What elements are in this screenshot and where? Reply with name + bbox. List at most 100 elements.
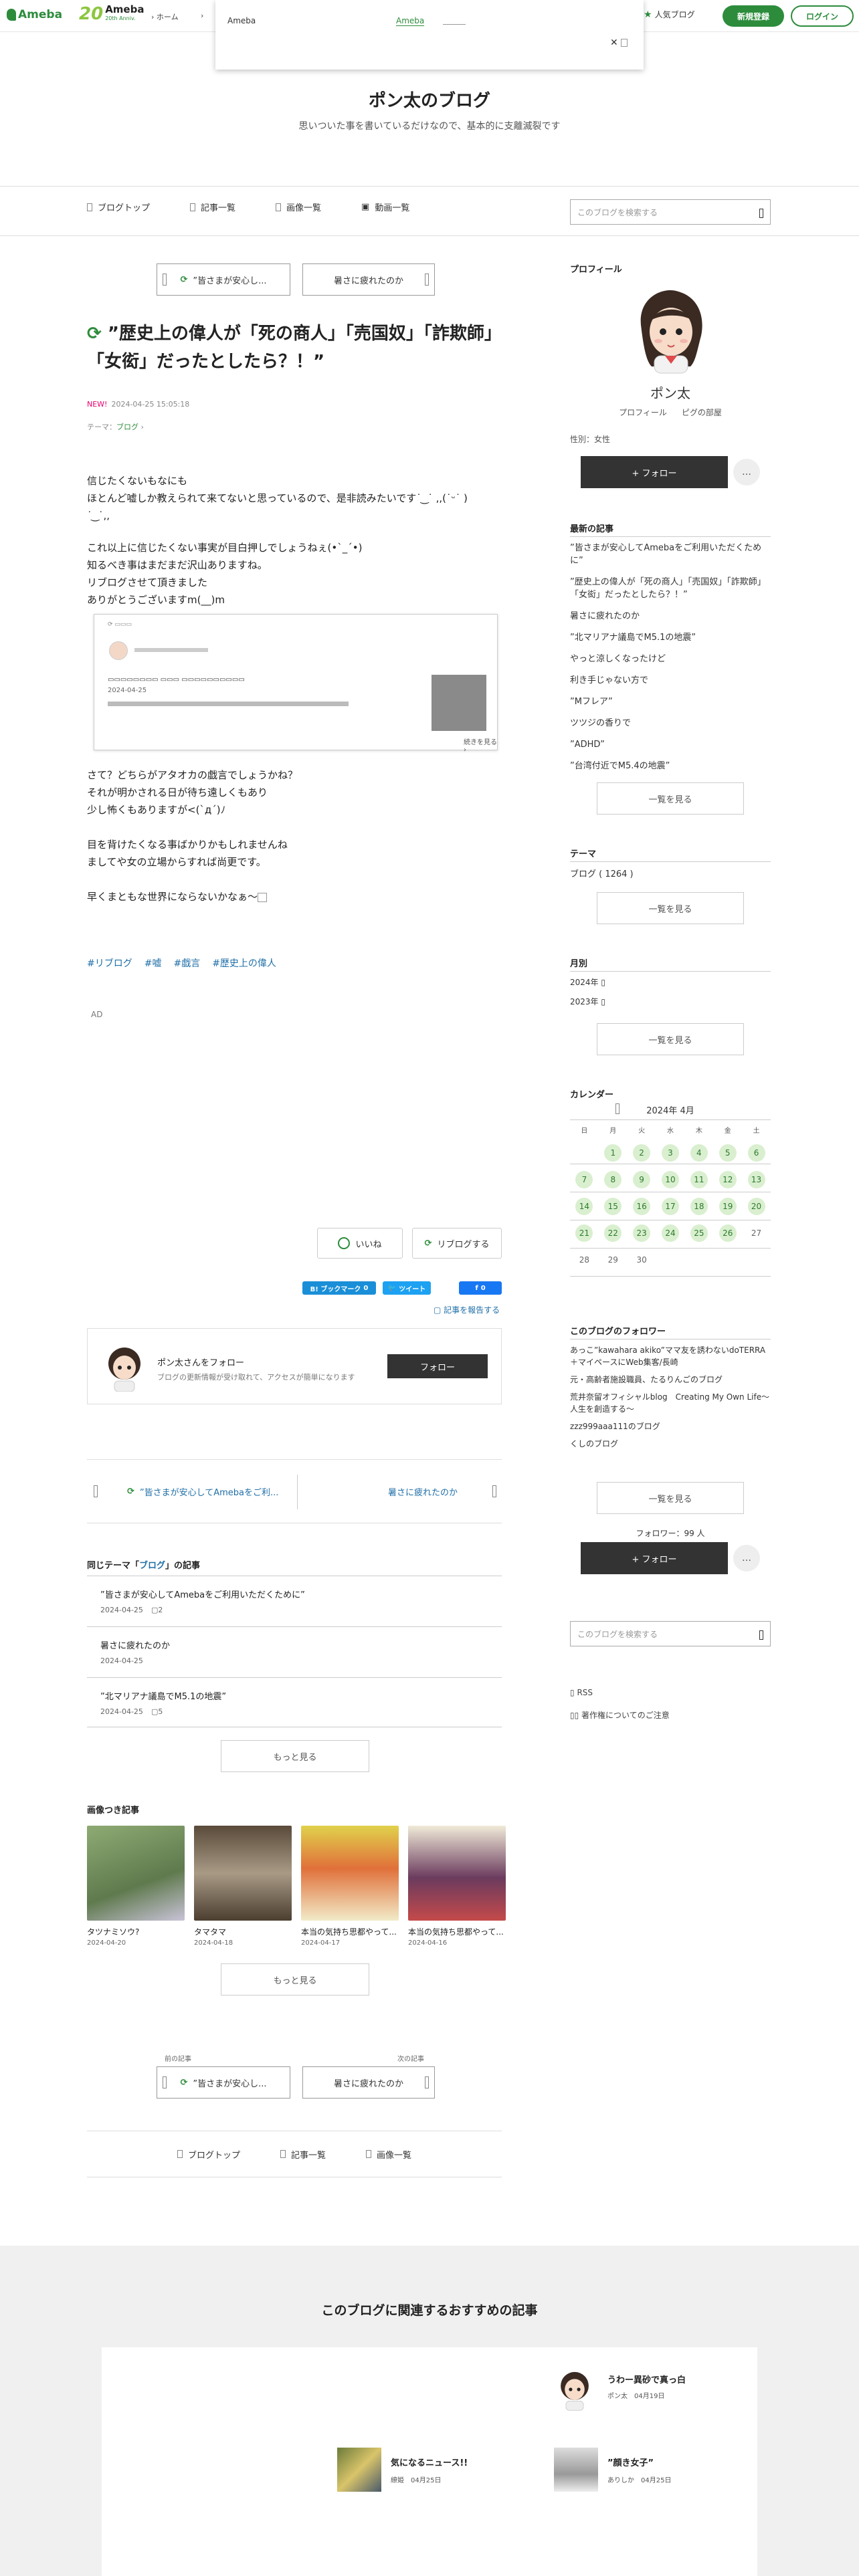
search-icon[interactable] xyxy=(759,209,763,218)
login-button[interactable]: ログイン xyxy=(791,5,854,27)
follow-button[interactable]: + フォロー xyxy=(581,1542,728,1574)
more-options-icon[interactable]: … xyxy=(733,459,760,486)
tab-video-list[interactable]: ▣ 動画一覧 xyxy=(361,201,409,213)
hashtag[interactable]: #嘘 xyxy=(145,956,162,970)
recent-post-link[interactable]: 暑さに疲れたのか xyxy=(570,610,771,623)
profile-link[interactable]: プロフィール xyxy=(619,407,667,418)
next-post-button[interactable]: 暑さに疲れたのか xyxy=(302,2066,435,2099)
tab-image-list[interactable]: 画像一覧 xyxy=(276,201,321,213)
recommend-item-title[interactable]: うわー異砂で真っ白 xyxy=(607,2373,686,2385)
recent-post-link[interactable]: ”歴史上の偉人が「死の商人」「売国奴」「詐欺師」「女衒」だったとしたら？！” xyxy=(570,576,771,601)
calendar-day[interactable]: 15 xyxy=(604,1198,622,1215)
calendar-day[interactable]: 22 xyxy=(604,1224,622,1242)
follower-link[interactable]: あっこ”kawahara akiko”ママ友を誘わないdoTERRA＋マイペース… xyxy=(570,1344,771,1368)
rss-link[interactable]: ▯ RSS xyxy=(570,1688,593,1697)
recent-post-link[interactable]: ”Mフレア” xyxy=(570,695,771,708)
calendar-day[interactable]: 13 xyxy=(747,1171,765,1188)
calendar-day[interactable]: 26 xyxy=(719,1224,737,1242)
theme-link[interactable]: ブログ ( 1264 ) xyxy=(570,868,771,881)
image-post-title[interactable]: 本当の気持ち思都やって... xyxy=(408,1926,506,1937)
avatar[interactable] xyxy=(557,2367,593,2411)
list-item[interactable]: 暑さに疲れたのか 2024-04-25 xyxy=(100,1638,502,1665)
recommend-item-title[interactable]: 気になるニュース!! xyxy=(391,2456,468,2468)
theme-more-button[interactable]: 一覧を見る xyxy=(597,892,744,924)
month-link[interactable]: 2024年 ▯ xyxy=(570,976,771,989)
more-button[interactable]: もっと見る xyxy=(221,1740,369,1772)
copyright-link[interactable]: ▯▯ 著作権についてのご注意 xyxy=(570,1709,670,1721)
next-post-button[interactable]: 暑さに疲れたのか xyxy=(302,263,435,296)
next-post-link[interactable]: 暑さに疲れたのか xyxy=(388,1485,458,1498)
pigg-room-link[interactable]: ピグの部屋 xyxy=(682,407,722,418)
follower-link[interactable]: 荒井奈留オフィシャルblog Creating My Own Life〜人生を創… xyxy=(570,1391,771,1415)
list-item[interactable]: ”皆さまが安心してAmebaをご利用いただくために” 2024-04-25 ▢2 xyxy=(100,1588,502,1614)
monthly-more-button[interactable]: 一覧を見る xyxy=(597,1023,744,1055)
tab-entry-list[interactable]: 記事一覧 xyxy=(190,201,235,213)
recommend-thumbnail[interactable] xyxy=(337,2448,381,2492)
calendar-day[interactable]: 8 xyxy=(604,1171,622,1188)
recommend-item-title[interactable]: ”顔き女子” xyxy=(607,2456,654,2468)
tab-blog-top[interactable]: ブログトップ xyxy=(177,2148,240,2161)
blog-search-input[interactable]: このブログを検索する xyxy=(570,199,771,225)
facebook-share-button[interactable]: f0 xyxy=(459,1281,502,1295)
hashtag[interactable]: #戯言 xyxy=(173,956,200,970)
ameba-20th-logo[interactable]: 20 Ameba 20th Anniv. xyxy=(79,4,144,24)
calendar-day[interactable]: 7 xyxy=(575,1171,593,1188)
reblog-embed-card[interactable]: ⟳ ▭▭▭ ▭▭▭▭▭▭▭▭ ▭▭▭ ▭▭▭▭▭▭▭▭▭▭ 2024-04-25… xyxy=(94,614,498,754)
calendar-day[interactable]: 9 xyxy=(633,1171,651,1188)
breadcrumb-home[interactable]: › ホーム xyxy=(151,11,179,22)
calendar-day[interactable]: 6 xyxy=(747,1144,765,1162)
list-item[interactable]: ”北マリアナ議島でM5.1の地震” 2024-04-25 ▢5 xyxy=(100,1689,502,1716)
calendar-day[interactable]: 19 xyxy=(719,1198,737,1215)
image-post-thumbnail[interactable] xyxy=(194,1826,292,1921)
popup-link[interactable]: Ameba xyxy=(396,16,425,26)
calendar-day[interactable]: 24 xyxy=(661,1224,679,1242)
calendar-day[interactable]: 5 xyxy=(719,1144,737,1162)
calendar-day[interactable]: 1 xyxy=(604,1144,622,1162)
ameba-logo[interactable]: Ameba xyxy=(7,8,62,21)
hashtag[interactable]: #リブログ xyxy=(87,956,132,970)
prev-post-button[interactable]: ⟳ ”皆さまが安心し... xyxy=(157,2066,290,2099)
recent-post-link[interactable]: ”北マリアナ議島でM5.1の地震” xyxy=(570,631,771,644)
follower-link[interactable]: くしのブログ xyxy=(570,1438,771,1450)
blog-title[interactable]: ポン太のブログ xyxy=(0,87,859,112)
calendar-day[interactable]: 2 xyxy=(633,1144,651,1162)
recent-post-link[interactable]: 利き手じゃない方で xyxy=(570,674,771,687)
image-post-title[interactable]: 本当の気持ち思都やって... xyxy=(301,1926,399,1937)
tweet-button[interactable]: 🐦 ツイート xyxy=(383,1281,431,1295)
recommend-thumbnail[interactable] xyxy=(554,2448,598,2492)
popular-blog-link[interactable]: ★ 人気ブログ xyxy=(644,9,695,20)
embed-more-link[interactable]: 続きを見る › xyxy=(464,736,497,754)
profile-avatar[interactable] xyxy=(632,286,710,374)
like-button[interactable]: いいね xyxy=(317,1228,403,1259)
image-post-thumbnail[interactable] xyxy=(87,1826,185,1921)
image-post-thumbnail[interactable] xyxy=(301,1826,399,1921)
tab-entry-list[interactable]: 記事一覧 xyxy=(280,2148,326,2161)
blog-search-input[interactable]: このブログを検索する xyxy=(570,1621,771,1646)
follower-link[interactable]: 元・高齢者施設職員、たるりんごのブログ xyxy=(570,1374,771,1386)
follow-button[interactable]: フォロー xyxy=(387,1354,488,1378)
calendar-day[interactable]: 21 xyxy=(575,1224,593,1242)
calendar-day[interactable]: 23 xyxy=(633,1224,651,1242)
more-options-icon[interactable]: … xyxy=(733,1545,760,1572)
follower-link[interactable]: zzz999aaa111のブログ xyxy=(570,1420,771,1432)
followers-more-button[interactable]: 一覧を見る xyxy=(597,1482,744,1514)
recent-post-link[interactable]: やっと涼しくなったけど xyxy=(570,653,771,665)
recent-post-link[interactable]: ”台湾付近でM5.4の地震” xyxy=(570,760,771,772)
image-post-title[interactable]: タツナミソウ? xyxy=(87,1926,187,1937)
recent-post-link[interactable]: ”ADHD” xyxy=(570,738,771,751)
calendar-day[interactable]: 17 xyxy=(661,1198,679,1215)
hashtag[interactable]: #歴史上の偉人 xyxy=(212,956,276,970)
calendar-day[interactable]: 11 xyxy=(690,1171,708,1188)
register-button[interactable]: 新規登録 xyxy=(723,5,784,27)
article-theme[interactable]: テーマ：ブログ › xyxy=(87,421,144,432)
profile-name[interactable]: ポン太 xyxy=(570,383,771,402)
prev-post-button[interactable]: ⟳ ”皆さまが安心し... xyxy=(157,263,290,296)
calendar-day[interactable]: 18 xyxy=(690,1198,708,1215)
calendar-day[interactable]: 14 xyxy=(575,1198,593,1215)
article-title[interactable]: ⟳ ”歴史上の偉人が「死の商人」「売国奴」「詐欺師」「女衒」だったとしたら？！” xyxy=(87,320,502,376)
image-post-thumbnail[interactable] xyxy=(408,1826,506,1921)
follow-button[interactable]: + フォロー xyxy=(581,456,728,488)
month-link[interactable]: 2023年 ▯ xyxy=(570,996,771,1008)
prev-post-link[interactable]: ⟳ ”皆さまが安心してAmebaをご利... xyxy=(127,1485,278,1498)
calendar-day[interactable]: 25 xyxy=(690,1224,708,1242)
